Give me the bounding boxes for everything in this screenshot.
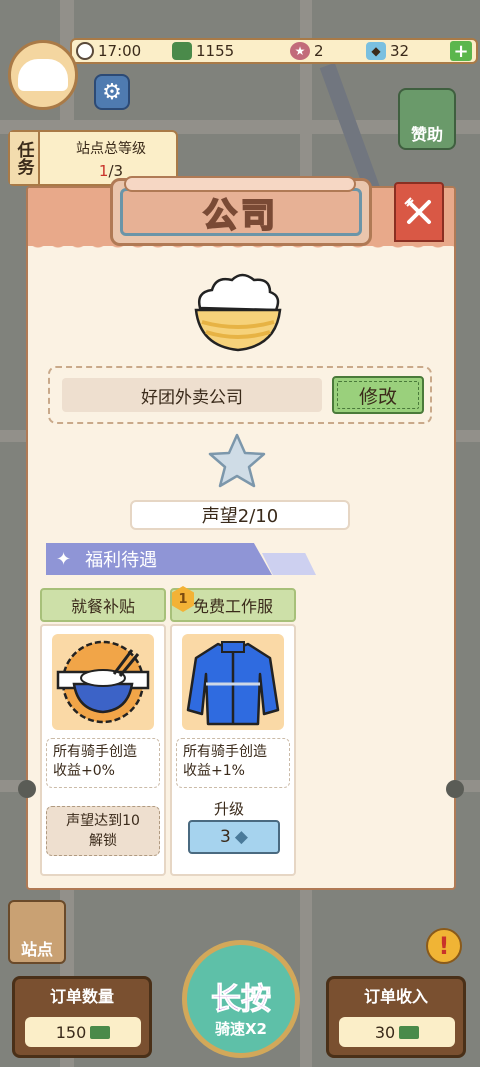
welfare-title: 福利待遇 xyxy=(85,550,158,571)
modal-title-cap xyxy=(124,176,356,192)
card-desc-line2: 收益+1% xyxy=(183,763,245,779)
reputation-level: 声望2/10 xyxy=(130,500,350,530)
rice-bowl-icon xyxy=(194,273,282,352)
order-income-value-box: 30 xyxy=(339,1017,455,1047)
task-title: 站点总等级 xyxy=(76,141,146,157)
task-tag: 任务 xyxy=(10,132,40,184)
star-badge-icon: ★ xyxy=(290,42,310,60)
reputation-stat: ★ 2 xyxy=(290,42,360,60)
exclamation-icon: ! xyxy=(438,932,450,960)
hold-speed-button[interactable]: 长按 骑速X2 xyxy=(182,940,300,1058)
player-avatar[interactable] xyxy=(8,40,78,110)
card-image xyxy=(52,634,154,730)
clock-icon xyxy=(76,42,94,60)
modal-title: 公司 xyxy=(202,195,279,237)
upgrade-button[interactable]: 3 ◆ xyxy=(188,820,280,854)
unlock-line1: 声望达到10 xyxy=(66,813,140,829)
upgrade-cost: 3 xyxy=(220,827,231,847)
modal-notch-left xyxy=(18,780,36,798)
star-icon xyxy=(208,433,266,488)
cash-icon xyxy=(90,1025,111,1039)
sponsor-label: 赞助 xyxy=(410,125,443,144)
card-title: 就餐补贴 xyxy=(40,588,166,622)
fork-knife-icon xyxy=(404,197,431,224)
card-description: 所有骑手创造 收益+0% xyxy=(46,738,160,788)
uniform-card: 免费工作服 所有骑手创造 收益+1% 升级 3 ◆ xyxy=(170,588,296,876)
meal-bowl-icon xyxy=(56,640,150,724)
diamond-icon: ◆ xyxy=(234,827,248,847)
alert-button[interactable]: ! xyxy=(426,928,462,964)
jacket-icon xyxy=(186,641,280,726)
station-label: 站点 xyxy=(20,940,53,959)
cash-icon xyxy=(399,1025,420,1039)
order-income-title: 订单收入 xyxy=(363,987,428,1006)
order-count-value-box: 150 xyxy=(25,1017,141,1047)
time-value: 17:00 xyxy=(98,42,142,60)
cash-stat: 1155 xyxy=(172,42,284,60)
card-desc-line1: 所有骑手创造 xyxy=(53,744,137,760)
order-count-title: 订单数量 xyxy=(49,987,114,1006)
unlock-requirement: 声望达到10 解锁 xyxy=(46,806,160,856)
gear-icon: ⚙ xyxy=(102,79,122,105)
time-stat: 17:00 xyxy=(76,42,166,60)
modal-notch-right xyxy=(446,780,464,798)
close-button[interactable] xyxy=(394,182,444,242)
speed-multiplier-label: 骑速X2 xyxy=(214,1020,267,1038)
card-body: 所有骑手创造 收益+0% 声望达到10 解锁 xyxy=(40,624,166,876)
station-button[interactable]: 站点 xyxy=(8,900,66,964)
company-name-field: 好团外卖公司 xyxy=(62,378,322,412)
rice-bowl-icon xyxy=(18,59,68,91)
gem-value: 32 xyxy=(390,42,410,60)
sparkle-icon: ✦ xyxy=(56,548,72,570)
hold-label: 长按 xyxy=(211,982,272,1018)
add-gems-button[interactable]: + xyxy=(450,41,472,62)
modal-title-inner: 公司 xyxy=(120,188,362,237)
order-income-panel: 订单收入 30 xyxy=(326,976,466,1058)
cash-icon xyxy=(172,42,192,60)
card-description: 所有骑手创造 收益+1% xyxy=(176,738,290,788)
status-bar: 17:00 1155 ★ 2 ◆ 32 + xyxy=(70,38,478,64)
card-image xyxy=(182,634,284,730)
unlock-line2: 解锁 xyxy=(89,833,117,849)
rename-button-border xyxy=(337,381,419,409)
meal-allowance-card: 就餐补贴 所有骑手创造 收益+0% 声望达到10 解锁 xyxy=(40,588,166,876)
rename-button[interactable]: 修改 xyxy=(332,376,424,414)
sponsor-button[interactable]: 赞助 xyxy=(398,88,456,150)
company-name-row: 好团外卖公司 修改 xyxy=(48,366,432,424)
cash-value: 1155 xyxy=(196,42,235,60)
order-count-value: 150 xyxy=(55,1022,87,1042)
card-body: 所有骑手创造 收益+1% 升级 3 ◆ xyxy=(170,624,296,876)
settings-button[interactable]: ⚙ xyxy=(94,74,130,110)
welfare-banner: ✦ 福利待遇 xyxy=(46,543,272,575)
card-desc-line1: 所有骑手创造 xyxy=(183,744,267,760)
reputation-value: 2 xyxy=(314,42,324,60)
order-income-value: 30 xyxy=(374,1022,396,1042)
card-desc-line2: 收益+0% xyxy=(53,763,115,779)
diamond-icon: ◆ xyxy=(366,42,386,60)
order-count-panel: 订单数量 150 xyxy=(12,976,152,1058)
company-logo xyxy=(188,268,288,356)
upgrade-label: 升级 xyxy=(213,800,244,818)
gem-stat: ◆ 32 xyxy=(366,42,436,60)
